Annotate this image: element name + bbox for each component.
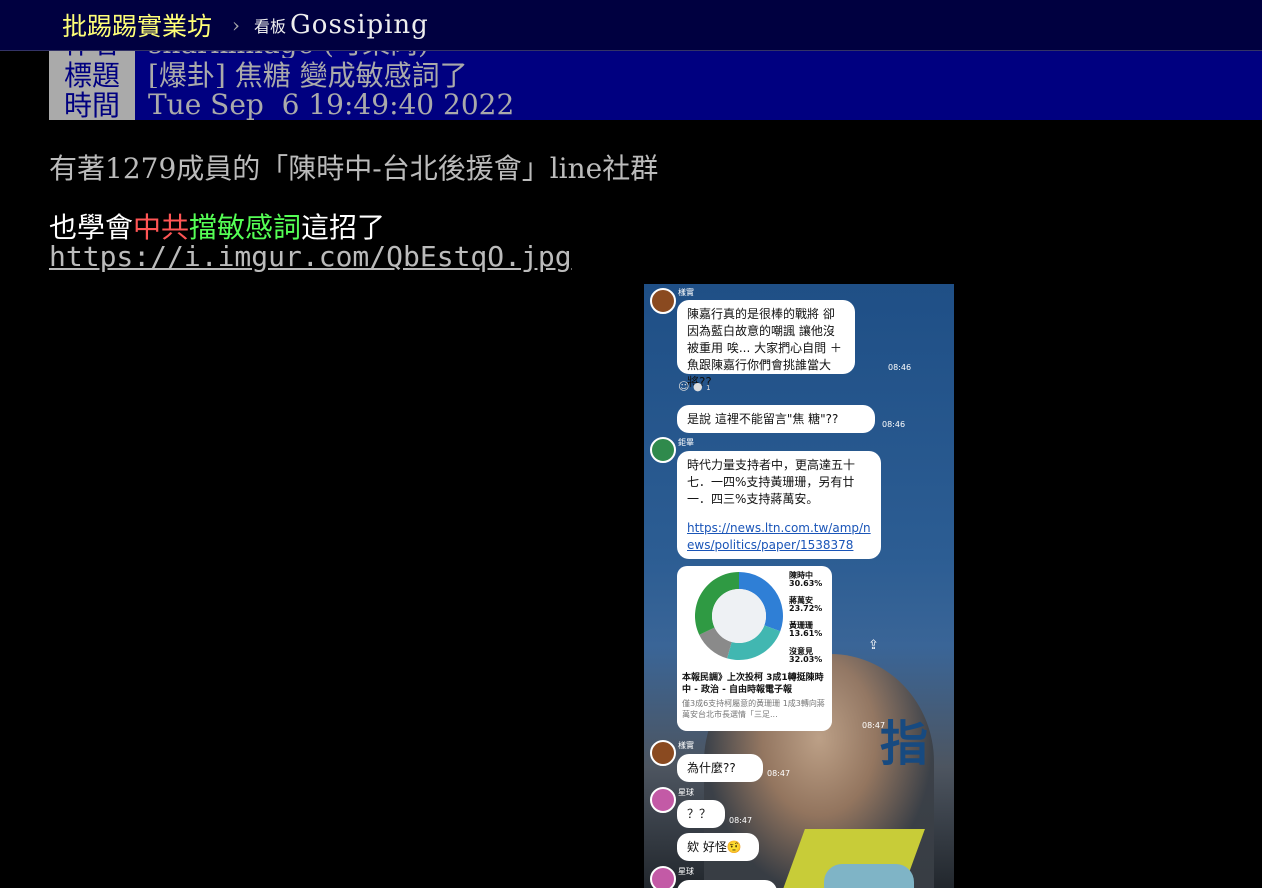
emoji-icon: ☺ — [678, 380, 690, 393]
avatar — [650, 740, 676, 766]
message-time: 08:47 — [862, 721, 886, 730]
share-icon[interactable]: ⇪ — [868, 638, 879, 653]
board-label: 看板 — [254, 17, 287, 36]
message-time: 08:46 — [882, 420, 906, 429]
chat-bubble-3: 時代力量支持者中，更高達五十七．一四%支持黃珊珊，另有廿一．四三%支持蔣萬安。 … — [677, 451, 881, 559]
meta-time-line: 時間 Tue Sep 6 19:49:40 2022 — [49, 87, 1262, 122]
sender-name: 樣實 — [678, 288, 694, 297]
news-title: 本報民調》上次投柯 3成1轉挺陳時中 - 政治 - 自由時報電子報 — [682, 673, 824, 695]
message-time: 08:46 — [888, 363, 912, 372]
avatar — [650, 288, 676, 314]
meta-title-line: 標題 [爆卦] 焦糖 變成敏感詞了 — [49, 58, 1262, 92]
chat-bubble-5: ？？ — [677, 800, 725, 828]
reaction-icon: ● — [692, 380, 703, 393]
board-name-link[interactable]: Gossiping — [290, 10, 429, 40]
background-mask — [824, 864, 914, 888]
background-sign-text: 指 — [880, 716, 929, 772]
avatar — [650, 437, 676, 463]
poll-label: 30.63% — [789, 579, 823, 588]
avatar — [650, 866, 676, 888]
sender-name: 星球 — [678, 867, 694, 876]
avatar — [650, 787, 676, 813]
image-link[interactable]: https://i.imgur.com/QbEstqO.jpg — [49, 240, 572, 273]
poll-label: 32.03% — [789, 655, 823, 664]
poll-label: 13.61% — [789, 629, 823, 638]
chat-bubble-4: 為什麼?? — [677, 754, 763, 782]
top-nav-bar: 批踢踢實業坊 › 看板 Gossiping — [0, 0, 1262, 51]
embedded-chat-screenshot[interactable]: 指 樣實 陳嘉行真的是很棒的戰將 卻因為藍白故意的嘲諷 讓他沒被重用 唉... … — [644, 284, 954, 888]
content-line-1: 有著1279成員的「陳時中-台北後援會」line社群 — [49, 152, 659, 185]
reaction-count: 1 — [706, 384, 711, 392]
chat-bubble-6: 欸 好怪🤨 — [677, 833, 759, 861]
sender-name: 樣實 — [678, 741, 694, 750]
chat-bubble-7 — [677, 880, 777, 888]
poll-label: 23.72% — [789, 604, 823, 613]
message-time: 08:47 — [767, 769, 791, 778]
sender-name: 鉅畢 — [678, 438, 694, 447]
meta-time-value: Tue Sep 6 19:49:40 2022 — [148, 87, 515, 121]
news-link[interactable]: https://news.ltn.com.tw/amp/news/politic… — [687, 520, 871, 554]
message-time: 08:47 — [729, 816, 753, 825]
chat-bubble-2: 是說 這裡不能留言"焦 糖"?? — [677, 405, 875, 433]
news-description: 僅3成6支持柯屬意的黃珊珊 1成3轉向蔣萬安台北市長選情「三足... — [682, 699, 825, 719]
breadcrumb-separator: › — [232, 13, 241, 37]
chat-bubble-1: 陳嘉行真的是很棒的戰將 卻因為藍白故意的嘲諷 讓他沒被重用 唉... 大家捫心自… — [677, 300, 855, 389]
sender-name: 星球 — [678, 788, 694, 797]
reaction-row: ☺ ● 1 — [678, 380, 711, 393]
poll-donut-hole — [712, 589, 766, 643]
site-name-link[interactable]: 批踢踢實業坊 — [62, 7, 212, 43]
meta-time-tag: 時間 — [49, 88, 135, 122]
news-preview-card[interactable]: 本報民調》上次投柯 3成1轉挺陳時中 - 政治 - 自由時報電子報 僅3成6支持… — [677, 666, 832, 730]
chat-bubble-3-text: 時代力量支持者中，更高達五十七．一四%支持黃珊珊，另有廿一．四三%支持蔣萬安。 — [687, 458, 856, 506]
